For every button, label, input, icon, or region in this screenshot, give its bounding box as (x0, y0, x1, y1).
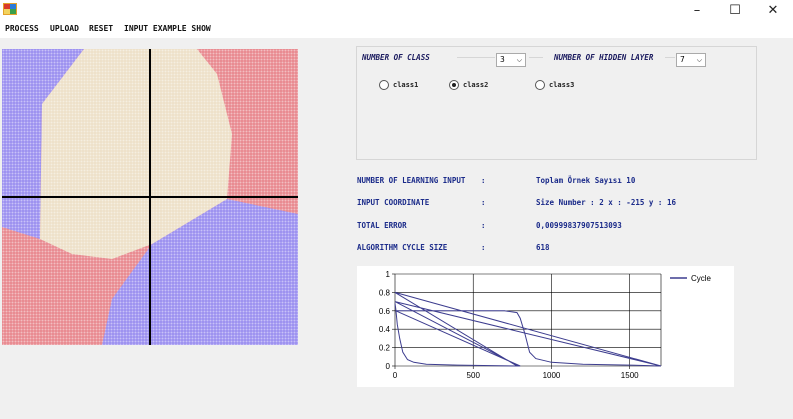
group-divider (529, 57, 543, 58)
number-of-class-select[interactable]: 3 ⌵ (496, 53, 526, 67)
x-tick-label: 1000 (543, 371, 561, 380)
radio-class3[interactable] (535, 80, 545, 90)
number-of-hidden-layer-label: NUMBER OF HIDDEN LAYER (554, 53, 654, 62)
x-tick-label: 1500 (621, 371, 639, 380)
info-sep: : (481, 221, 486, 230)
group-divider (665, 57, 675, 58)
legend-label: Cycle (691, 274, 712, 283)
cycle-chart-svg: 0 0.2 0.4 0.6 0.8 1 0 500 1000 1500 Cycle (379, 270, 712, 380)
info-label-learning-input: NUMBER OF LEARNING INPUT (357, 176, 466, 185)
classification-plot[interactable] (2, 49, 298, 345)
info-value-total-error: 0,00999837907513093 (536, 221, 622, 230)
radio-class2[interactable] (449, 80, 459, 90)
info-value-input-coordinate: Size Number : 2 x : -215 y : 16 (536, 198, 676, 207)
y-tick-label: 0 (386, 362, 391, 371)
radio-class1-label: class1 (393, 81, 419, 89)
number-of-class-label: NUMBER OF CLASS (362, 53, 430, 62)
radio-selected-dot (452, 83, 456, 87)
y-tick-label: 1 (386, 270, 391, 279)
chevron-down-icon: ⌵ (696, 56, 702, 64)
info-label-total-error: TOTAL ERROR (357, 221, 407, 230)
minimize-button[interactable]: – (678, 0, 716, 22)
chevron-down-icon: ⌵ (516, 56, 522, 64)
info-value-cycle-size: 618 (536, 243, 550, 252)
y-tick-label: 0.4 (379, 325, 391, 334)
info-value-learning-input: Toplam Örnek Sayısı 10 (536, 176, 636, 185)
info-label-cycle-size: ALGORITHM CYCLE SIZE (357, 243, 448, 252)
maximize-button[interactable]: ☐ (716, 0, 754, 22)
info-sep: : (481, 176, 486, 185)
info-label-input-coordinate: INPUT COORDINATE (357, 198, 430, 207)
y-tick-label: 0.8 (379, 288, 391, 297)
menu-process[interactable]: PROCESS (5, 24, 39, 33)
title-bar: – ☐ ✕ (0, 0, 793, 22)
y-tick-label: 0.2 (379, 344, 391, 353)
info-sep: : (481, 198, 486, 207)
radio-class2-label: class2 (463, 81, 489, 89)
menu-bar: PROCESS UPLOAD RESET INPUT EXAMPLE SHOW (0, 22, 793, 38)
x-tick-label: 0 (393, 371, 398, 380)
settings-panel: NUMBER OF CLASS 3 ⌵ NUMBER OF HIDDEN LAY… (356, 46, 757, 160)
x-tick-label: 500 (467, 371, 481, 380)
y-tick-label: 0.6 (379, 307, 391, 316)
close-button[interactable]: ✕ (754, 0, 792, 22)
menu-upload[interactable]: UPLOAD (50, 24, 79, 33)
menu-input-example-show[interactable]: INPUT EXAMPLE SHOW (124, 24, 211, 33)
radio-class1[interactable] (379, 80, 389, 90)
app-icon (3, 3, 17, 15)
info-sep: : (481, 243, 486, 252)
radio-class3-label: class3 (549, 81, 575, 89)
number-of-hidden-layer-select[interactable]: 7 ⌵ (676, 53, 706, 67)
cycle-chart: 0 0.2 0.4 0.6 0.8 1 0 500 1000 1500 Cycle (357, 266, 734, 387)
menu-reset[interactable]: RESET (89, 24, 113, 33)
group-divider (457, 57, 495, 58)
